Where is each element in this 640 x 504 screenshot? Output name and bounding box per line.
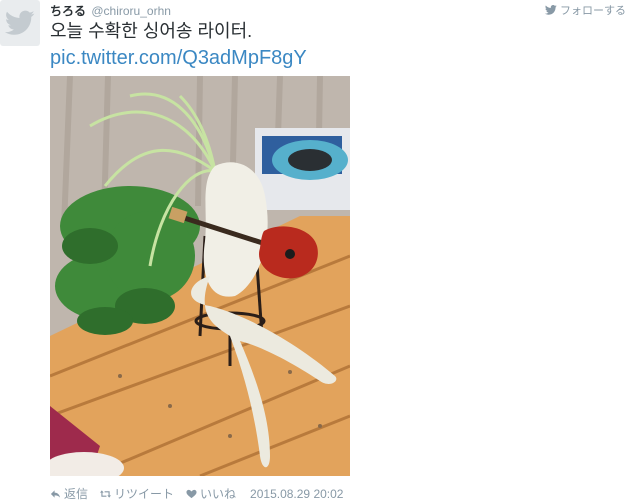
tweet-media-link[interactable]: pic.twitter.com/Q3adMpF8gY	[50, 46, 307, 70]
retweet-icon	[100, 489, 112, 498]
reply-icon	[50, 489, 61, 498]
reply-label: 返信	[64, 487, 89, 501]
like-button[interactable]: いいね	[186, 485, 236, 502]
heart-icon	[186, 489, 197, 498]
tweet-actions: 返信 リツイート いいね 2015.08.29 20:02	[50, 485, 343, 502]
daikon-guitar-photo	[50, 76, 350, 476]
tweet-text: 오늘 수확한 싱어송 라이터.	[50, 21, 253, 41]
twitter-bird-icon	[5, 10, 35, 35]
retweet-button[interactable]: リツイート	[100, 485, 174, 502]
tweet-header: ちろる @chiroru_orhn	[50, 2, 171, 19]
follow-button[interactable]: フォローする	[545, 2, 626, 18]
tweet-photo[interactable]	[50, 76, 350, 476]
tweet-timestamp[interactable]: 2015.08.29 20:02	[250, 487, 343, 501]
user-handle[interactable]: @chiroru_orhn	[91, 4, 171, 18]
retweet-label: リツイート	[114, 487, 175, 501]
reply-button[interactable]: 返信	[50, 485, 88, 502]
twitter-bird-icon	[545, 5, 557, 15]
like-label: いいね	[200, 487, 237, 501]
follow-label: フォローする	[560, 5, 626, 17]
display-name[interactable]: ちろる	[50, 4, 86, 18]
avatar[interactable]	[0, 0, 40, 46]
